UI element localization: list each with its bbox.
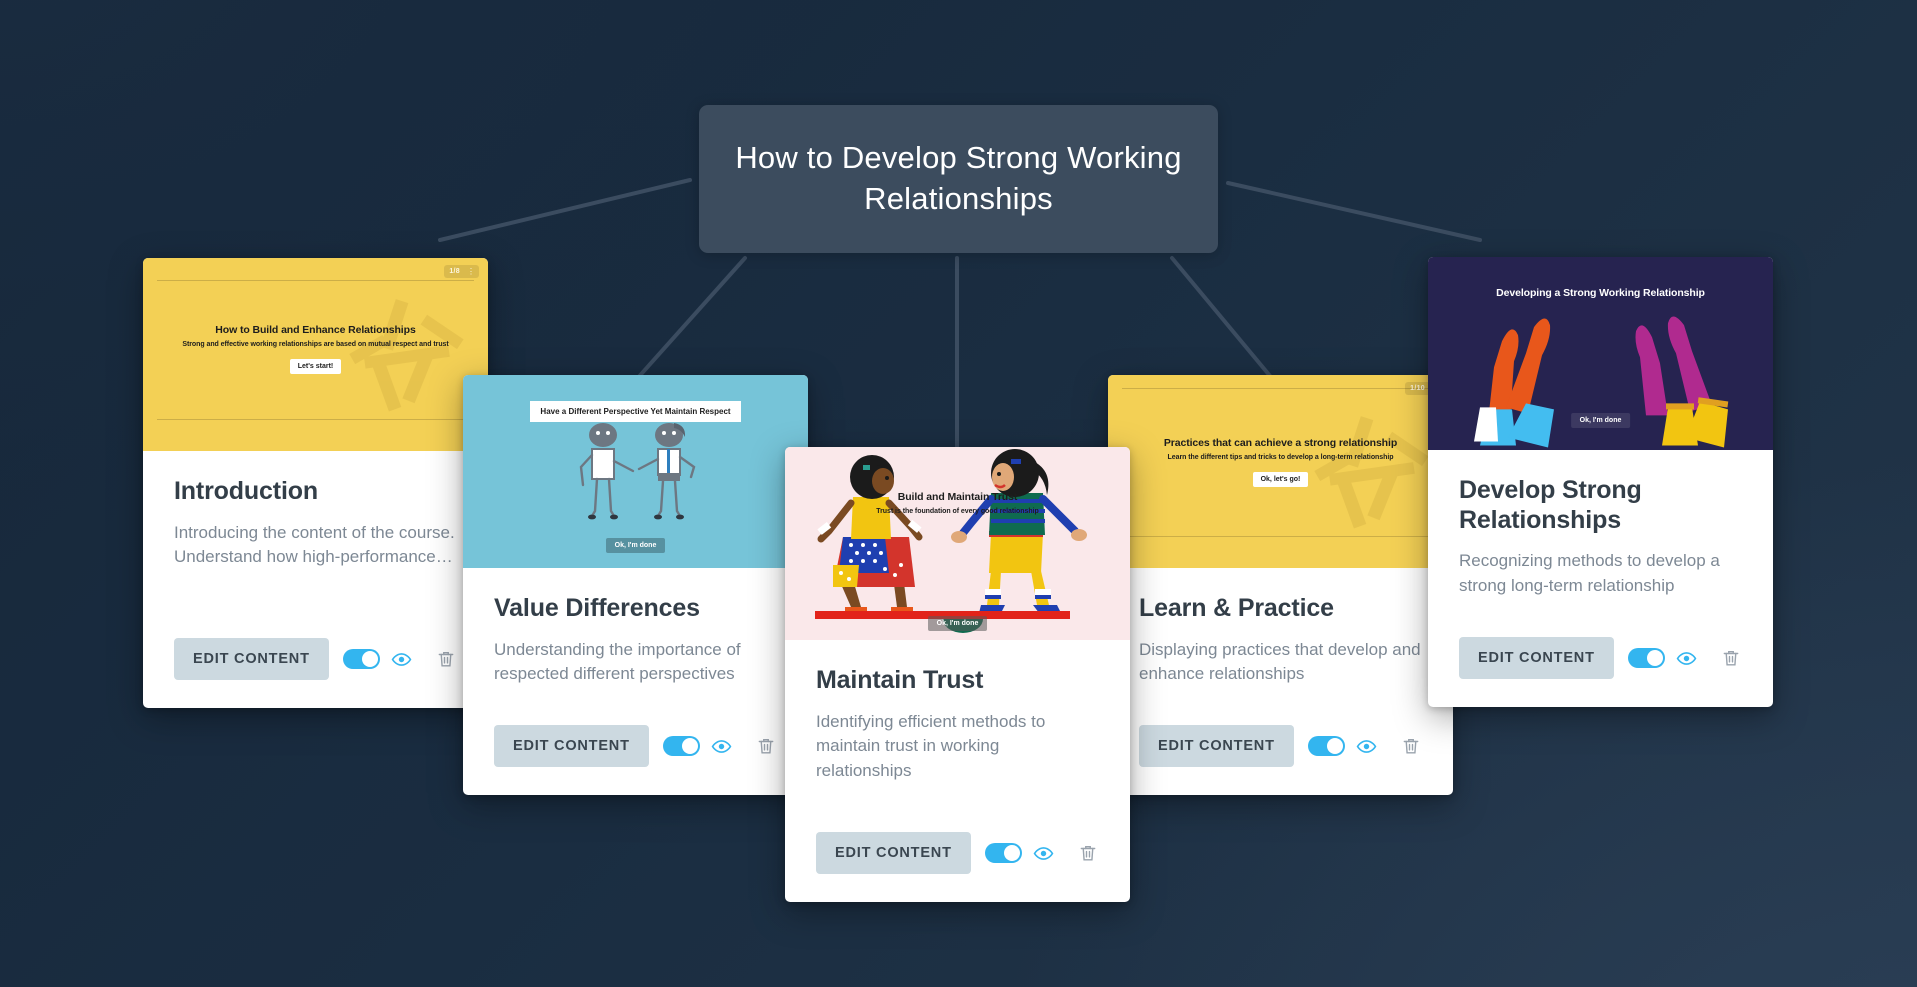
course-card-maintain-trust[interactable]: Build and Maintain Trust Trust is the fo… bbox=[785, 447, 1130, 902]
edit-content-button[interactable]: EDIT CONTENT bbox=[816, 832, 971, 874]
card-description: Displaying practices that develop and en… bbox=[1139, 639, 1421, 684]
edit-content-button[interactable]: EDIT CONTENT bbox=[174, 638, 329, 680]
slide-heading: Build and Maintain Trust bbox=[897, 491, 1018, 503]
eye-icon[interactable] bbox=[709, 735, 733, 757]
connector-to-introduction bbox=[438, 178, 692, 242]
edit-content-button[interactable]: EDIT CONTENT bbox=[1139, 725, 1294, 767]
slide-page-badge: 1/8 ⋮ bbox=[444, 265, 479, 278]
publish-toggle[interactable] bbox=[985, 843, 1022, 863]
card-actions: EDIT CONTENT bbox=[463, 725, 808, 795]
slide-subheading: Strong and effective working relationshi… bbox=[182, 341, 449, 348]
card-description: Identifying efficient methods to maintai… bbox=[816, 711, 1046, 781]
slide-menu-dots-icon: ⋮ bbox=[467, 266, 475, 276]
course-card-introduction[interactable]: 1/8 ⋮ How to Build and Enhance Relations… bbox=[143, 258, 488, 708]
card-description: Introducing the content of the course. U… bbox=[174, 522, 455, 567]
slide-cta-button: Let's start! bbox=[289, 359, 342, 374]
eye-icon[interactable] bbox=[389, 648, 413, 670]
publish-toggle[interactable] bbox=[343, 649, 380, 669]
card-actions: EDIT CONTENT bbox=[785, 832, 1130, 902]
slide-page-number: 1/10 bbox=[1410, 385, 1425, 392]
course-card-develop-strong-relationships[interactable]: Developing a Strong Working Relationship… bbox=[1428, 257, 1773, 707]
card-title: Value Differences bbox=[494, 594, 700, 622]
course-map-canvas: 1/8 ⋮ How to Build and Enhance Relations… bbox=[0, 0, 1917, 987]
handshake-illustration-icon bbox=[579, 423, 695, 520]
card-actions: EDIT CONTENT bbox=[1108, 725, 1453, 795]
card-thumbnail-learn-practice: 1/10 ⋮ Practices that can achieve a stro… bbox=[1108, 375, 1453, 568]
eye-icon[interactable] bbox=[1031, 842, 1055, 864]
slide-subheading: Trust is the foundation of every good re… bbox=[876, 508, 1039, 515]
course-title-node[interactable]: How to Develop Strong Working Relationsh… bbox=[699, 105, 1218, 253]
course-card-learn-practice[interactable]: 1/10 ⋮ Practices that can achieve a stro… bbox=[1108, 375, 1453, 795]
card-title: Develop Strong Relationships bbox=[1459, 476, 1642, 534]
trash-icon[interactable] bbox=[435, 647, 457, 671]
card-title: Learn & Practice bbox=[1139, 594, 1334, 622]
trash-icon[interactable] bbox=[1720, 646, 1742, 670]
card-thumbnail-introduction: 1/8 ⋮ How to Build and Enhance Relations… bbox=[143, 258, 488, 451]
slide-cta-button: Ok, I'm done bbox=[927, 616, 988, 631]
card-title: Maintain Trust bbox=[816, 666, 984, 694]
publish-toggle[interactable] bbox=[1628, 648, 1665, 668]
slide-heading: Practices that can achieve a strong rela… bbox=[1163, 437, 1398, 449]
card-thumbnail-develop-strong-relationships: Developing a Strong Working Relationship… bbox=[1428, 257, 1773, 450]
edit-content-button[interactable]: EDIT CONTENT bbox=[1459, 637, 1614, 679]
trash-icon[interactable] bbox=[1400, 734, 1422, 758]
edit-content-button[interactable]: EDIT CONTENT bbox=[494, 725, 649, 767]
eye-icon[interactable] bbox=[1354, 735, 1378, 757]
slide-subheading: Learn the different tips and tricks to d… bbox=[1167, 454, 1394, 461]
page-title: How to Develop Strong Working Relationsh… bbox=[735, 140, 1182, 216]
card-thumbnail-maintain-trust: Build and Maintain Trust Trust is the fo… bbox=[785, 447, 1130, 640]
slide-cta-button: Ok, I'm done bbox=[605, 538, 666, 553]
slide-heading: Developing a Strong Working Relationship bbox=[1496, 287, 1705, 299]
trash-icon[interactable] bbox=[755, 734, 777, 758]
slide-heading: How to Build and Enhance Relationships bbox=[215, 324, 416, 336]
publish-toggle[interactable] bbox=[663, 736, 700, 756]
trash-icon[interactable] bbox=[1077, 841, 1099, 865]
card-actions: EDIT CONTENT bbox=[1428, 637, 1773, 707]
publish-toggle[interactable] bbox=[1308, 736, 1345, 756]
card-description: Understanding the importance of respecte… bbox=[494, 639, 741, 684]
course-card-value-differences[interactable]: Have a Different Perspective Yet Maintai… bbox=[463, 375, 808, 795]
connector-to-develop-strong bbox=[1226, 181, 1482, 242]
slide-page-number: 1/8 bbox=[449, 268, 460, 275]
card-actions: EDIT CONTENT bbox=[143, 638, 488, 708]
slide-cta-button: Ok, I'm done bbox=[1570, 413, 1631, 428]
card-description: Recognizing methods to develop a strong … bbox=[1459, 551, 1720, 595]
slide-cta-button: Ok, let's go! bbox=[1252, 472, 1309, 487]
card-title: Introduction bbox=[174, 477, 319, 505]
eye-icon[interactable] bbox=[1674, 647, 1698, 669]
card-thumbnail-value-differences: Have a Different Perspective Yet Maintai… bbox=[463, 375, 808, 568]
